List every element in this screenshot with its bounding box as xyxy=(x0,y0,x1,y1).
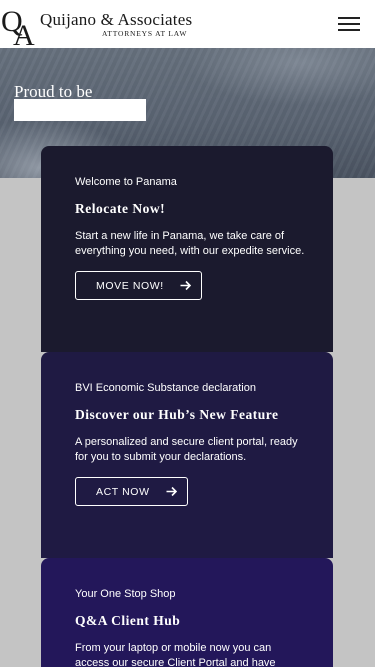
move-now-button[interactable]: MOVE NOW! xyxy=(75,271,202,300)
client-hub-card: Your One Stop Shop Q&A Client Hub From y… xyxy=(41,558,333,667)
hero-typed-text-box xyxy=(14,99,146,121)
arrow-right-icon xyxy=(166,486,177,497)
card-body: Start a new life in Panama, we take care… xyxy=(75,230,305,257)
svg-text:A: A xyxy=(13,19,35,46)
act-now-button[interactable]: ACT NOW xyxy=(75,477,188,506)
card-eyebrow: BVI Economic Substance declaration xyxy=(75,382,256,394)
relocate-card: Welcome to Panama Relocate Now! Start a … xyxy=(41,146,333,352)
menu-button[interactable] xyxy=(333,12,365,36)
button-label: MOVE NOW! xyxy=(96,279,164,292)
button-label: ACT NOW xyxy=(96,485,150,498)
card-body: A personalized and secure client portal,… xyxy=(75,436,298,463)
hub-feature-card: BVI Economic Substance declaration Disco… xyxy=(41,352,333,558)
arrow-right-icon xyxy=(180,280,191,291)
card-body: From your laptop or mobile now you can a… xyxy=(75,642,276,667)
card-eyebrow: Welcome to Panama xyxy=(75,176,177,188)
card-title: Relocate Now! xyxy=(75,201,166,216)
logo-mark[interactable]: Q A xyxy=(0,4,40,52)
hamburger-menu-icon xyxy=(338,17,360,19)
card-title: Q&A Client Hub xyxy=(75,613,181,628)
card-title: Discover our Hub’s New Feature xyxy=(75,407,279,422)
brand-tagline: ATTORNEYS AT LAW xyxy=(102,29,188,38)
brand-name[interactable]: Quijano & Associates xyxy=(40,10,192,30)
card-eyebrow: Your One Stop Shop xyxy=(75,588,176,600)
site-header: Q A Quijano & Associates ATTORNEYS AT LA… xyxy=(0,0,375,52)
